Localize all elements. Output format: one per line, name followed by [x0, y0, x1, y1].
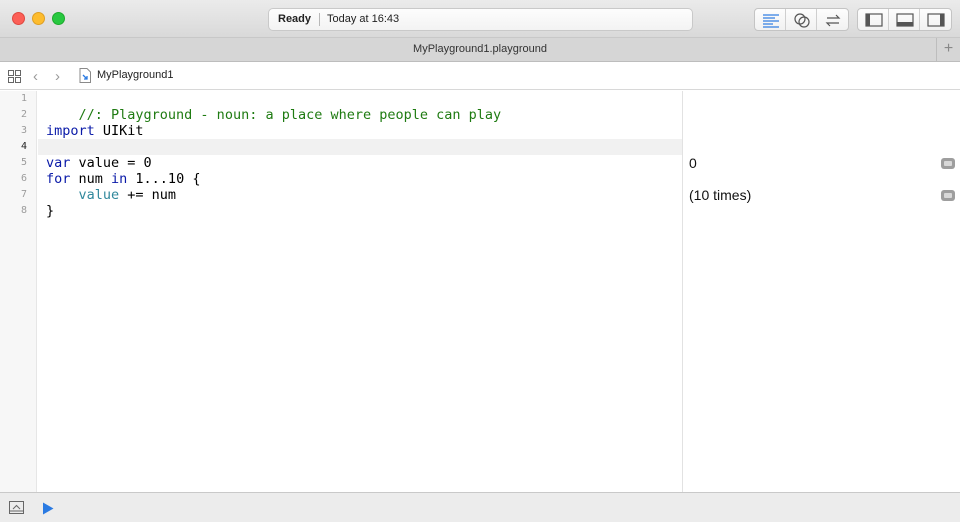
result-line-5: 0 — [689, 155, 697, 171]
editor-mode-segmented-control — [754, 8, 849, 31]
navigator-toggle-button[interactable] — [858, 9, 889, 30]
forward-navigation-button[interactable]: › — [55, 68, 60, 85]
line-number: 8 — [20, 205, 27, 216]
navigator-panel-icon — [865, 13, 883, 27]
line-number: 6 — [20, 173, 27, 184]
code-line-7[interactable]: value += num — [46, 187, 177, 203]
debug-area-icon — [896, 13, 914, 27]
code-keyword: in — [111, 171, 128, 187]
run-play-icon[interactable] — [42, 502, 54, 515]
debug-bar — [0, 492, 960, 522]
current-line-highlight — [38, 139, 682, 155]
line-number-current: 4 — [20, 141, 27, 152]
code-text: 1...10 { — [127, 171, 201, 187]
breadcrumb-file[interactable]: MyPlayground1 — [97, 69, 173, 81]
playground-file-icon — [79, 68, 91, 83]
code-comment: //: Playground - noun: a place where peo… — [78, 107, 502, 123]
minimize-window-button[interactable] — [32, 12, 45, 25]
source-editor[interactable]: //: Playground - noun: a place where peo… — [38, 91, 682, 492]
code-keyword: for — [46, 171, 71, 187]
activity-status: Ready — [278, 13, 312, 25]
code-line-3[interactable]: import UIKit — [46, 123, 144, 139]
code-text: num — [70, 171, 112, 187]
quick-look-icon[interactable] — [941, 190, 955, 201]
code-keyword: import — [46, 123, 95, 139]
code-line-6[interactable]: for num in 1...10 { — [46, 171, 200, 187]
related-items-grid-icon[interactable] — [8, 70, 21, 83]
code-line-1[interactable]: //: Playground - noun: a place where peo… — [46, 91, 502, 123]
add-tab-button[interactable]: + — [936, 38, 960, 61]
code-variable: value — [78, 187, 120, 203]
panel-toggle-segmented-control — [857, 8, 952, 31]
standard-editor-button[interactable] — [755, 9, 786, 30]
assistant-editor-button[interactable] — [786, 9, 817, 30]
code-text: UIKit — [94, 123, 144, 139]
utilities-toggle-button[interactable] — [920, 9, 951, 30]
activity-timestamp: Today at 16:43 — [327, 13, 400, 25]
line-number-gutter: 1 2 3 4 5 6 7 8 — [0, 91, 37, 492]
back-navigation-button[interactable]: ‹ — [33, 68, 38, 85]
line-number: 3 — [20, 125, 27, 136]
show-debug-area-icon[interactable] — [9, 501, 24, 514]
version-editor-icon — [825, 14, 841, 27]
line-number: 2 — [20, 109, 27, 120]
code-line-8[interactable]: } — [46, 203, 54, 219]
line-number: 1 — [20, 93, 27, 104]
close-window-button[interactable] — [12, 12, 25, 25]
window-toolbar: Ready Today at 16:43 — [0, 0, 960, 38]
code-keyword: var — [46, 155, 71, 171]
debug-area-toggle-button[interactable] — [889, 9, 920, 30]
tab-playground[interactable]: MyPlayground1.playground — [0, 43, 960, 55]
code-text: value = 0 — [70, 155, 152, 171]
utilities-panel-icon — [927, 13, 945, 27]
activity-viewer: Ready Today at 16:43 — [268, 8, 693, 31]
assistant-editor-icon — [794, 13, 810, 28]
zoom-window-button[interactable] — [52, 12, 65, 25]
version-editor-button[interactable] — [817, 9, 848, 30]
activity-divider — [319, 13, 320, 26]
line-number: 7 — [20, 189, 27, 200]
code-line-5[interactable]: var value = 0 — [46, 155, 152, 171]
line-number: 5 — [20, 157, 27, 168]
results-sidebar: 0 (10 times) — [682, 91, 960, 492]
result-line-7: (10 times) — [689, 187, 752, 203]
tab-bar: MyPlayground1.playground + — [0, 38, 960, 62]
quick-look-icon[interactable] — [941, 158, 955, 169]
code-text: } — [46, 203, 55, 219]
standard-editor-icon — [763, 14, 779, 28]
code-text: += num — [119, 187, 177, 203]
jump-bar: ‹ › MyPlayground1 — [0, 62, 960, 90]
